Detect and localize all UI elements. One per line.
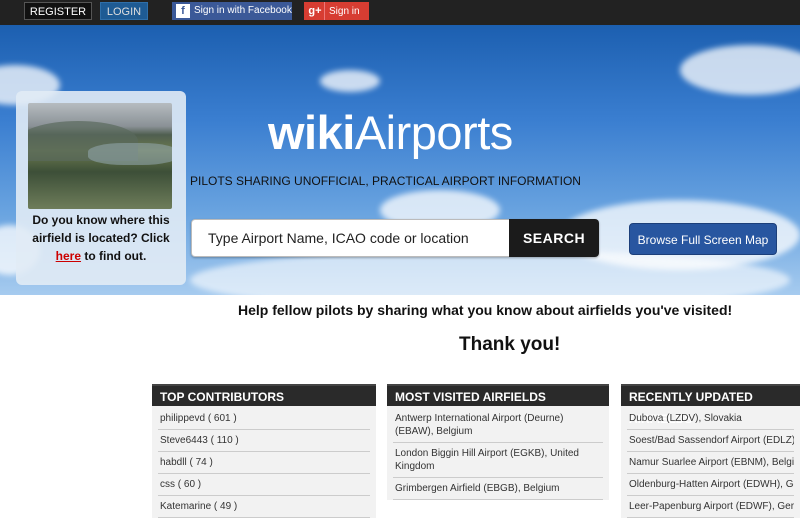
list-item[interactable]: Soest/Bad Sassendorf Airport (EDLZ), Ger… — [627, 430, 794, 452]
most-visited-panel: MOST VISITED AIRFIELDS Antwerp Internati… — [387, 384, 609, 500]
cloud-decoration — [320, 70, 380, 92]
panel-title: TOP CONTRIBUTORS — [152, 384, 376, 406]
panel-title: MOST VISITED AIRFIELDS — [387, 384, 609, 406]
top-contributors-panel: TOP CONTRIBUTORS philippevd ( 601 ) Stev… — [152, 384, 376, 518]
register-button[interactable]: REGISTER — [24, 2, 92, 20]
list-item[interactable]: Oldenburg-Hatten Airport (EDWH), Germany — [627, 474, 794, 496]
list-item[interactable]: Leer-Papenburg Airport (EDWF), Germany — [627, 496, 794, 518]
facebook-signin-button[interactable]: f Sign in with Facebook — [172, 2, 292, 20]
list-item[interactable]: Namur Suarlee Airport (EBNM), Belgium — [627, 452, 794, 474]
site-logo[interactable]: wikiAirports — [268, 105, 513, 160]
google-plus-icon: g+ — [306, 2, 325, 20]
google-signin-label: Sign in — [329, 6, 360, 17]
logo-bold: wiki — [268, 106, 355, 159]
hero-banner: Do you know where this airfield is locat… — [0, 25, 800, 295]
list-item[interactable]: Steve6443 ( 110 ) — [158, 430, 370, 452]
list-item[interactable]: Grimbergen Airfield (EBGB), Belgium — [393, 478, 603, 500]
search-button[interactable]: SEARCH — [509, 219, 599, 257]
quiz-question: Do you know where this airfield is locat… — [32, 213, 170, 245]
browse-map-button[interactable]: Browse Full Screen Map — [629, 223, 777, 255]
tagline: PILOTS SHARING UNOFFICIAL, PRACTICAL AIR… — [190, 174, 581, 188]
thanks-text: Thank you! — [459, 334, 561, 355]
list-item[interactable]: Antwerp International Airport (Deurne) (… — [393, 408, 603, 443]
facebook-signin-label: Sign in with Facebook — [194, 5, 292, 16]
logo-light: Airports — [354, 106, 513, 159]
panel-title: RECENTLY UPDATED AIRFIELDS — [621, 384, 800, 426]
cloud-decoration — [680, 45, 800, 95]
help-text: Help fellow pilots by sharing what you k… — [238, 302, 733, 318]
airfield-quiz-box: Do you know where this airfield is locat… — [16, 91, 186, 285]
airfield-quiz-text: Do you know where this airfield is locat… — [26, 211, 176, 265]
top-bar: REGISTER LOGIN f Sign in with Facebook g+… — [0, 0, 800, 25]
list-item[interactable]: habdll ( 74 ) — [158, 452, 370, 474]
quiz-suffix: to find out. — [84, 249, 147, 263]
search-input[interactable] — [191, 219, 509, 257]
google-signin-button[interactable]: g+ Sign in — [304, 2, 369, 20]
airfield-photo[interactable] — [28, 103, 172, 209]
list-item[interactable]: London Biggin Hill Airport (EGKB), Unite… — [393, 443, 603, 478]
list-item[interactable]: Katemarine ( 49 ) — [158, 496, 370, 518]
recently-updated-panel: RECENTLY UPDATED AIRFIELDS Dubova (LZDV)… — [621, 384, 800, 518]
search-bar: SEARCH — [191, 219, 599, 257]
facebook-icon: f — [176, 4, 190, 18]
login-button[interactable]: LOGIN — [100, 2, 148, 20]
quiz-link[interactable]: here — [56, 249, 81, 263]
list-item[interactable]: philippevd ( 601 ) — [158, 408, 370, 430]
list-item[interactable]: css ( 60 ) — [158, 474, 370, 496]
